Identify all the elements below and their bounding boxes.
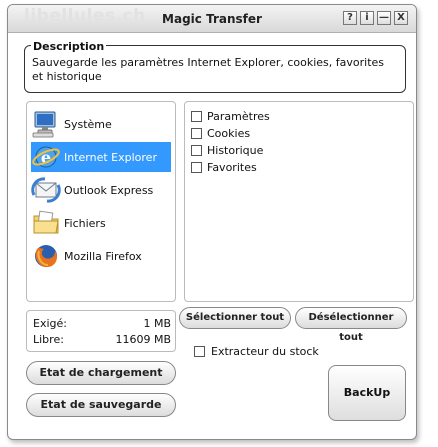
help-button[interactable]: ? <box>343 11 357 25</box>
backup-button[interactable]: BackUp <box>328 365 406 421</box>
checkbox[interactable] <box>191 145 202 156</box>
option-label: Historique <box>207 144 264 157</box>
app-item-mozilla-firefox[interactable]: Mozilla Firefox <box>31 241 171 271</box>
app-item-label: Mozilla Firefox <box>64 249 142 263</box>
info-button[interactable]: i <box>360 11 374 25</box>
option-label: Cookies <box>207 127 251 140</box>
computer-icon <box>31 109 61 139</box>
free-size-row: Libre: 11609 MB <box>33 333 171 346</box>
app-item-fichiers[interactable]: Fichiers <box>31 208 171 238</box>
title-bar[interactable]: libellules.ch Magic Transfer ? i — X <box>8 5 416 33</box>
app-item-label: Système <box>64 117 112 131</box>
outlook-express-icon <box>31 175 61 205</box>
free-label: Libre: <box>33 333 64 346</box>
app-item-systeme[interactable]: Système <box>31 109 171 139</box>
save-state-button[interactable]: Etat de sauvegarde <box>26 393 176 417</box>
stock-extractor-option[interactable]: Extracteur du stock <box>194 345 319 358</box>
stock-extractor-label: Extracteur du stock <box>211 345 319 358</box>
app-item-label: Fichiers <box>64 216 106 230</box>
description-text: Sauvegarde les paramètres Internet Explo… <box>32 56 385 83</box>
minimize-button[interactable]: — <box>377 11 391 25</box>
close-button[interactable]: X <box>394 11 408 25</box>
app-item-internet-explorer[interactable]: e Internet Explorer <box>31 142 171 172</box>
load-state-button[interactable]: Etat de chargement <box>26 361 176 385</box>
checkbox[interactable] <box>191 128 202 139</box>
option-historique[interactable]: Historique <box>191 144 263 157</box>
select-all-button[interactable]: Sélectionner tout <box>179 307 291 329</box>
firefox-icon <box>31 241 61 271</box>
app-item-label: Outlook Express <box>64 183 154 197</box>
option-label: Paramètres <box>207 110 270 123</box>
magic-transfer-window: libellules.ch Magic Transfer ? i — X Des… <box>7 4 417 440</box>
required-label: Exigé: <box>33 317 67 330</box>
description-legend: Description <box>31 40 107 53</box>
deselect-all-button[interactable]: Désélectionner tout <box>295 307 407 343</box>
options-list: Paramètres Cookies Historique Favorites <box>184 101 414 302</box>
checkbox[interactable] <box>191 162 202 173</box>
option-label: Favorites <box>207 161 257 174</box>
app-item-outlook-express[interactable]: Outlook Express <box>31 175 171 205</box>
option-favorites[interactable]: Favorites <box>191 161 257 174</box>
stock-extractor-checkbox[interactable] <box>194 346 205 357</box>
title-bar-buttons: ? i — X <box>343 11 408 25</box>
application-list: Système e Internet Explorer Outlook Expr… <box>26 101 176 302</box>
description-box: Description Sauvegarde les paramètres In… <box>24 40 406 93</box>
free-value: 11609 MB <box>115 333 171 346</box>
required-value: 1 MB <box>143 317 171 330</box>
option-parametres[interactable]: Paramètres <box>191 110 270 123</box>
internet-explorer-icon: e <box>31 142 61 172</box>
checkbox[interactable] <box>191 111 202 122</box>
size-info-box: Exigé: 1 MB Libre: 11609 MB <box>26 310 176 352</box>
app-item-label: Internet Explorer <box>64 150 157 164</box>
required-size-row: Exigé: 1 MB <box>33 317 171 330</box>
folder-icon <box>31 208 61 238</box>
option-cookies[interactable]: Cookies <box>191 127 250 140</box>
